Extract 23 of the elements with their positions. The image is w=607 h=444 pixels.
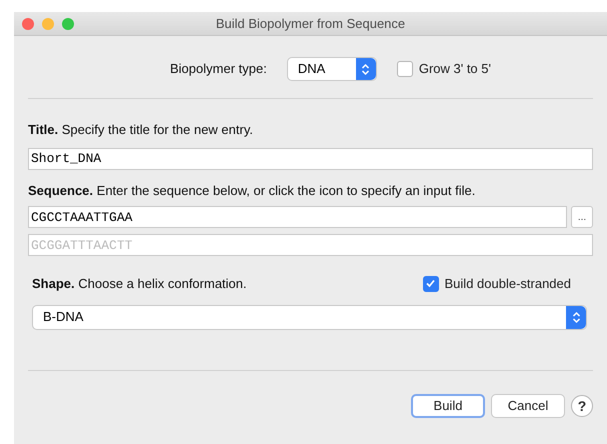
checkbox[interactable] xyxy=(422,276,439,292)
checkbox-label: Grow 3' to 5' xyxy=(418,60,491,78)
close-button[interactable] xyxy=(22,18,34,30)
stepper-icon xyxy=(566,306,586,328)
section-heading: Title. Specify the title for the new entry. xyxy=(28,121,254,139)
section-heading: Shape. Choose a helix conformation. xyxy=(32,275,247,293)
help-button[interactable]: ? xyxy=(571,394,593,416)
type-select[interactable]: DNA xyxy=(286,57,377,81)
browse-button[interactable]: ... xyxy=(571,206,593,228)
cancel-button[interactable]: Cancel xyxy=(491,394,565,418)
shape-select[interactable]: B-DNA xyxy=(32,304,587,330)
section-heading: Sequence. Enter the sequence below, or click the icon to specify an input file. xyxy=(28,182,476,200)
type-label: Biopolymer type: xyxy=(170,60,267,78)
checkbox-label: Build double-stranded xyxy=(444,275,571,293)
build-button[interactable]: Build xyxy=(411,394,485,418)
checkmark-icon xyxy=(425,278,436,290)
title-field[interactable]: Short_DNA xyxy=(28,148,593,170)
sequence-field[interactable]: CGCCTAAATTGAA xyxy=(28,206,567,228)
checkbox[interactable] xyxy=(396,61,413,77)
stepper-icon xyxy=(356,58,376,80)
zoom-button[interactable] xyxy=(62,18,74,30)
minimize-button[interactable] xyxy=(42,18,54,30)
window-title: Build Biopolymer from Sequence xyxy=(216,14,406,33)
